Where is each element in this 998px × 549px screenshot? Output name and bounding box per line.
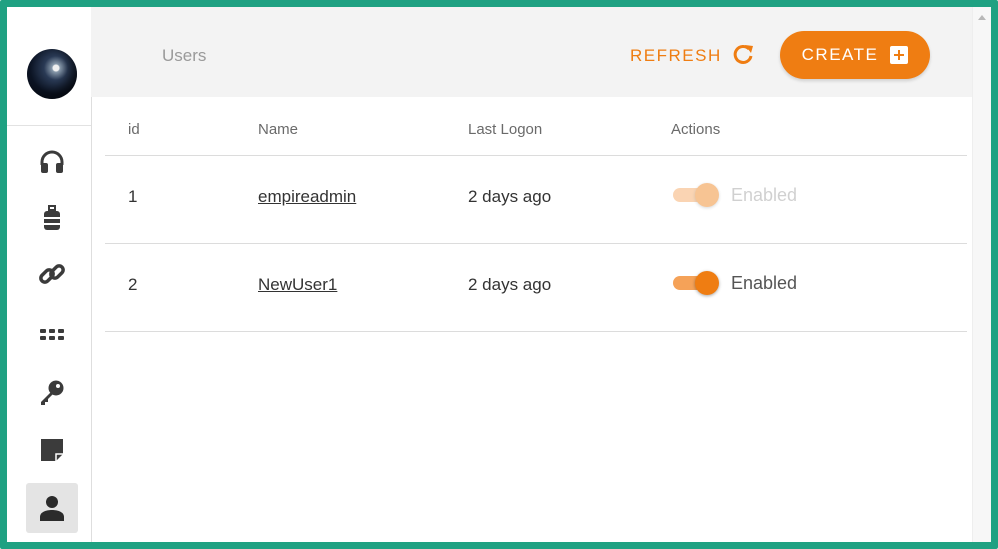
vertical-scrollbar[interactable] xyxy=(972,7,991,542)
toggle-switch[interactable] xyxy=(671,270,721,296)
column-header-actions: Actions xyxy=(671,121,721,138)
sidebar-divider xyxy=(7,125,91,126)
refresh-button[interactable]: REFRESH xyxy=(630,41,754,71)
user-name-link[interactable]: NewUser1 xyxy=(258,275,337,295)
toggle-knob xyxy=(695,183,719,207)
sidebar-item-reporting[interactable] xyxy=(26,425,78,475)
person-icon xyxy=(38,494,66,522)
last-logon: 2 days ago xyxy=(468,187,552,206)
column-header-name: Name xyxy=(258,121,299,138)
user-name-link[interactable]: empireadmin xyxy=(258,187,356,207)
grid-dots-icon xyxy=(38,320,66,348)
table-header: id Name Last Logon Actions xyxy=(105,97,967,156)
sidebar-item-credentials[interactable] xyxy=(26,367,78,417)
toggle-label: Enabled xyxy=(731,184,798,205)
column-header-id: id xyxy=(128,121,140,138)
create-button[interactable]: CREATE xyxy=(780,31,930,79)
refresh-label: REFRESH xyxy=(630,46,722,65)
refresh-icon xyxy=(732,43,754,70)
toggle-label: Enabled xyxy=(731,272,798,293)
table-row: 2 NewUser1 2 days ago Enabled xyxy=(105,244,967,332)
app-window: Users REFRESH CREATE id Name Last Logon … xyxy=(0,0,998,549)
sidebar-item-stagers[interactable] xyxy=(26,194,78,244)
sidebar-item-users[interactable] xyxy=(26,483,78,533)
table-row: 1 empireadmin 2 days ago Enabled xyxy=(105,156,967,244)
user-id: 1 xyxy=(128,187,138,206)
toggle-switch[interactable] xyxy=(671,182,721,208)
link-icon xyxy=(38,261,66,289)
top-bar: Users REFRESH CREATE xyxy=(91,7,973,97)
add-box-icon xyxy=(890,46,909,64)
enabled-toggle[interactable]: Enabled xyxy=(671,182,797,208)
create-label: CREATE xyxy=(801,45,879,64)
key-icon xyxy=(38,378,66,406)
enabled-toggle[interactable]: Enabled xyxy=(671,270,797,296)
sidebar-item-listeners[interactable] xyxy=(26,137,78,187)
users-table: id Name Last Logon Actions 1 empireadmin… xyxy=(105,97,967,332)
note-icon xyxy=(38,436,66,464)
column-header-last-logon: Last Logon xyxy=(468,121,543,138)
scroll-up-icon[interactable] xyxy=(978,15,986,20)
user-id: 2 xyxy=(128,275,138,294)
toggle-knob xyxy=(695,271,719,295)
headset-icon xyxy=(38,148,66,176)
suitcase-icon xyxy=(38,205,66,233)
avatar[interactable] xyxy=(27,49,77,99)
page-title: Users xyxy=(162,46,207,65)
sidebar xyxy=(7,7,92,542)
sidebar-item-agents[interactable] xyxy=(26,250,78,300)
sidebar-item-modules[interactable] xyxy=(26,309,78,359)
last-logon: 2 days ago xyxy=(468,275,552,294)
